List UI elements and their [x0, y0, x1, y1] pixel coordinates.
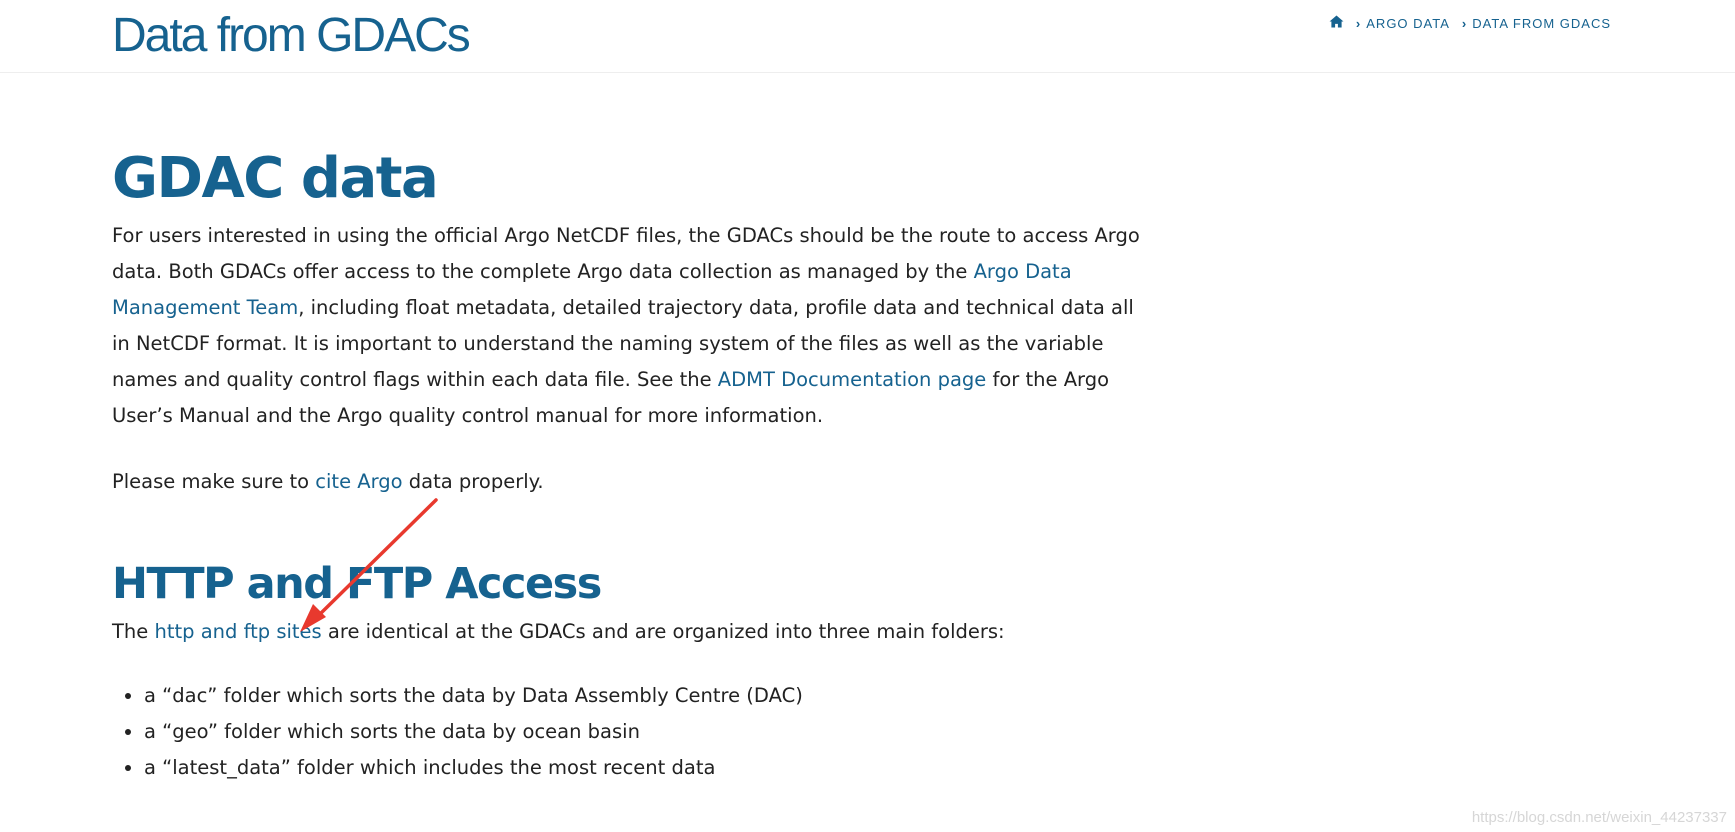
cite-text-1: Please make sure to [112, 470, 316, 493]
http-ftp-access-heading: HTTP and FTP Access [112, 559, 602, 609]
http-ftp-sites-link[interactable]: http and ftp sites [154, 620, 321, 643]
watermark: https://blog.csdn.net/weixin_44237337 [1471, 809, 1727, 826]
http-intro-text-2: are identical at the GDACs and are organ… [321, 620, 1005, 643]
home-icon [1329, 15, 1344, 28]
page-title: Data from GDACs [112, 9, 471, 62]
chevron-right-icon: › [1461, 15, 1468, 31]
cite-argo-link[interactable]: cite Argo [315, 470, 402, 493]
list-item: a “geo” folder which sorts the data by o… [144, 714, 1152, 750]
breadcrumb-home-link[interactable] [1329, 15, 1354, 31]
chevron-right-icon: › [1355, 15, 1362, 31]
breadcrumb-argo-data[interactable]: ARGO DATA [1366, 16, 1450, 31]
list-item: a “dac” folder which sorts the data by D… [144, 678, 1152, 714]
list-item: a “latest_data” folder which includes th… [144, 750, 1152, 786]
breadcrumb-data-from-gdacs[interactable]: DATA FROM GDACS [1472, 16, 1611, 31]
admt-documentation-link[interactable]: ADMT Documentation page [718, 368, 987, 391]
breadcrumb: › ARGO DATA › DATA FROM GDACS [1329, 15, 1611, 31]
gdac-intro-paragraph: For users interested in using the offici… [112, 218, 1152, 434]
folder-list: a “dac” folder which sorts the data by D… [112, 678, 1152, 786]
main-content: GDAC data For users interested in using … [112, 140, 1152, 786]
page-header: Data from GDACs › ARGO DATA › DATA FROM … [0, 0, 1735, 73]
http-intro-text-1: The [112, 620, 155, 643]
gdac-data-heading: GDAC data [112, 146, 439, 211]
http-intro-paragraph: The http and ftp sites are identical at … [112, 614, 1152, 650]
cite-paragraph: Please make sure to cite Argo data prope… [112, 464, 1152, 500]
cite-text-2: data properly. [402, 470, 544, 493]
